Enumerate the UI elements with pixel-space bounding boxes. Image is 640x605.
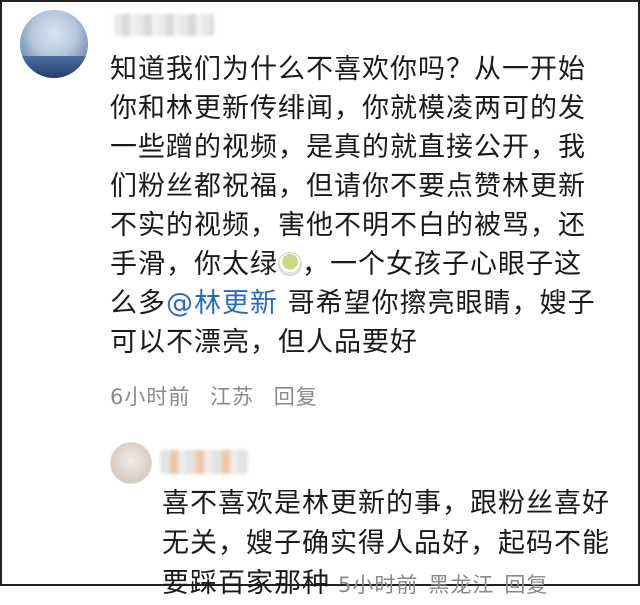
avatar-sea-graphic (20, 56, 88, 78)
comment-line: 不实的视频，害他不明不白的被骂，还 (110, 210, 586, 241)
reply-text: 要踩百家那种 (162, 568, 330, 599)
reply-line: 要踩百家那种 5小时前 黑龙江 回复 (162, 564, 632, 605)
comment-card: 知道我们为什么不喜欢你吗？从一开始 你和林更新传绯闻，你就模凌两可的发 一些蹭的… (0, 0, 640, 599)
comment-meta: 6小时前 江苏 回复 (110, 381, 330, 411)
comment-line: 们粉丝都祝福，但请你不要点赞林更新 (110, 171, 586, 202)
comment-body: 知道我们为什么不喜欢你吗？从一开始 你和林更新传绯闻，你就模凌两可的发 一些蹭的… (110, 50, 620, 362)
comment-line: 可以不漂亮，但人品要好 (110, 327, 418, 358)
reply-body: 喜不喜欢是林更新的事，跟粉丝喜好 无关，嫂子确实得人品好，起码不能 要踩百家那种… (162, 484, 632, 605)
reply-line: 无关，嫂子确实得人品好，起码不能 (162, 528, 610, 559)
comment-text: ，一个女孩子心眼子这 (302, 249, 582, 280)
comment-line: 手滑，你太绿 ，一个女孩子心眼子这 (110, 245, 620, 284)
comment-time: 6小时前 (110, 385, 191, 409)
comment-line: 知道我们为什么不喜欢你吗？从一开始 (110, 54, 586, 85)
reply-line: 喜不喜欢是林更新的事，跟粉丝喜好 (162, 488, 610, 519)
comment-text: 哥希望你擦亮眼睛，嫂子 (278, 288, 596, 319)
green-tea-icon (278, 252, 302, 276)
commenter-avatar[interactable] (20, 10, 88, 78)
reply-reply-button[interactable]: 回复 (504, 573, 548, 597)
reply-time: 5小时前 (338, 573, 419, 597)
comment-line: 你和林更新传绯闻，你就模凌两可的发 (110, 93, 586, 124)
comment-line: 么多@林更新 哥希望你擦亮眼睛，嫂子 (110, 284, 620, 323)
mention-link[interactable]: @林更新 (166, 288, 278, 319)
comment-line: 一些蹭的视频，是真的就直接公开，我 (110, 132, 586, 163)
replier-avatar[interactable] (110, 442, 152, 484)
comment-location: 江苏 (210, 385, 255, 409)
comment-text: 手滑，你太绿 (110, 249, 278, 280)
reply-meta: 5小时前 黑龙江 回复 (338, 573, 558, 597)
commenter-name-blurred[interactable] (114, 14, 214, 36)
replier-name-blurred[interactable] (160, 450, 248, 474)
reply-location: 黑龙江 (428, 573, 495, 597)
reply-button[interactable]: 回复 (274, 385, 318, 409)
comment-text: 么多 (110, 288, 166, 319)
